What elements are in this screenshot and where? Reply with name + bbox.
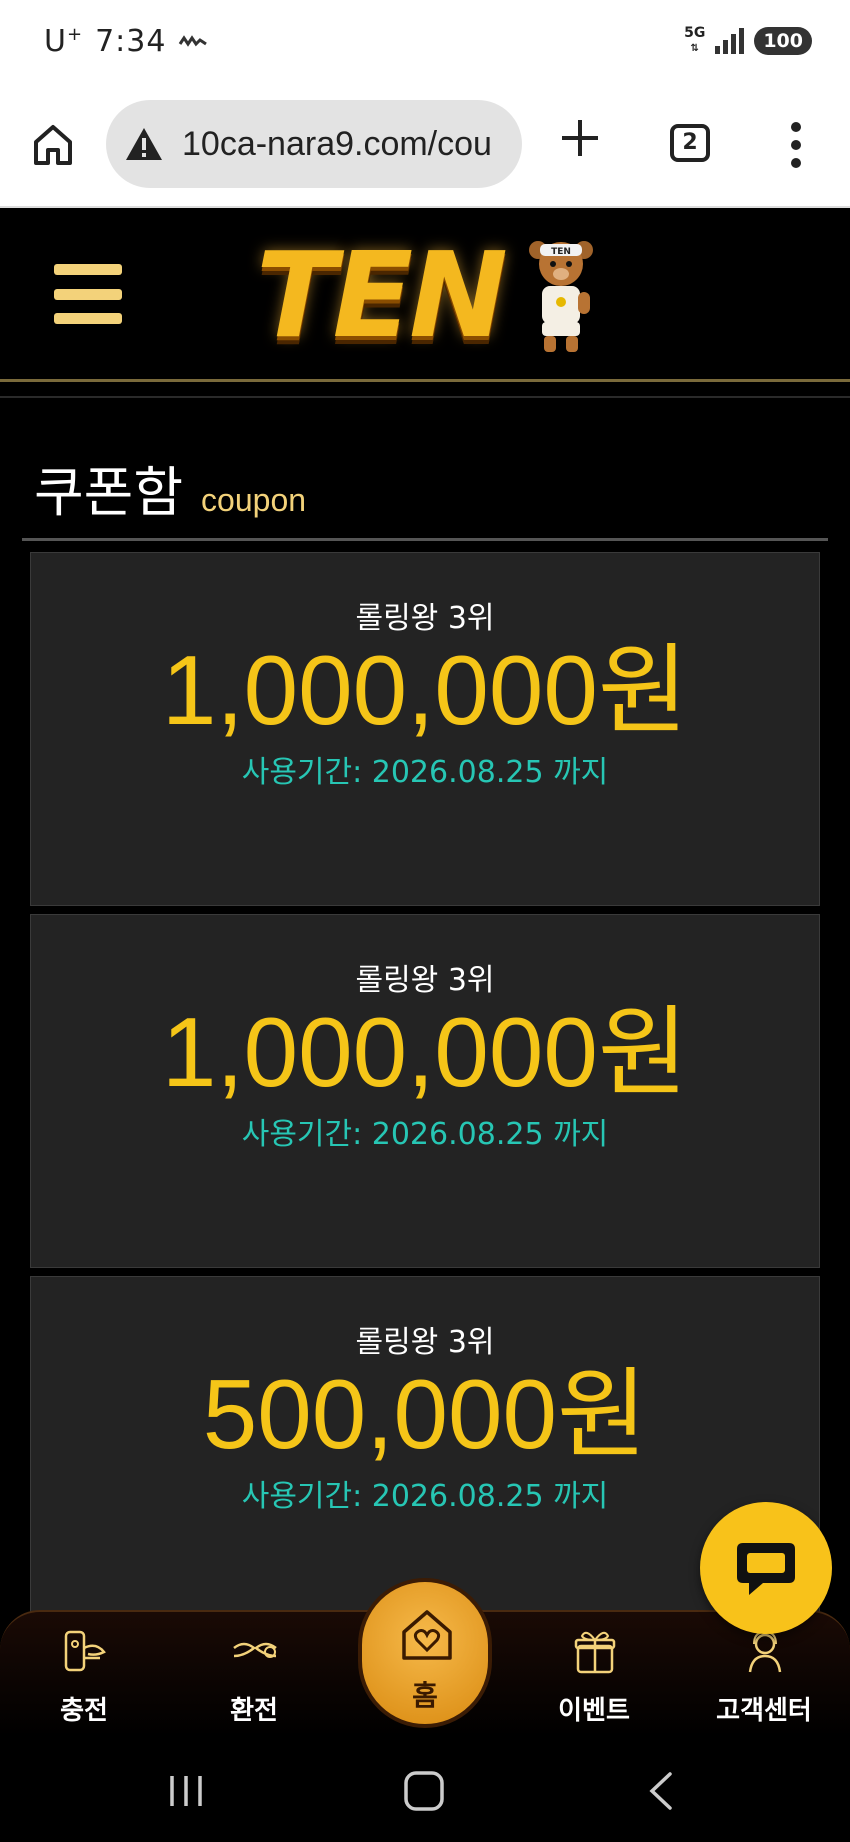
chat-bubble-icon xyxy=(737,1543,795,1595)
url-text: 10ca-nara9.com/cou xyxy=(182,124,492,163)
gift-icon xyxy=(574,1631,616,1674)
coupon-expiry: 사용기간: 2026.08.25 까지 xyxy=(241,755,609,790)
coupon-amount: 1,000,000원 xyxy=(161,997,689,1107)
bear-mascot-icon: TEN xyxy=(529,241,593,352)
page-title: 쿠폰함 xyxy=(34,461,184,524)
new-tab-icon[interactable] xyxy=(558,116,602,160)
coupon-expiry: 사용기간: 2026.08.25 까지 xyxy=(241,1117,609,1152)
nav-withdraw[interactable]: 환전 xyxy=(184,1612,324,1738)
browser-home-icon[interactable] xyxy=(30,122,76,168)
deposit-icon xyxy=(64,1630,106,1672)
chat-button[interactable] xyxy=(700,1502,832,1634)
status-bar: U+ 7:34 5G ⇅ 100 xyxy=(0,0,850,80)
svg-text:TEN: TEN xyxy=(551,247,571,257)
coupon-amount: 500,000원 xyxy=(202,1359,648,1469)
status-time: 7:34 xyxy=(95,24,167,59)
warning-icon[interactable] xyxy=(124,126,164,162)
header-divider xyxy=(0,396,850,398)
logo-text: TEN xyxy=(256,226,508,364)
status-right: 5G ⇅ 100 xyxy=(684,26,812,56)
coupon-name: 롤링왕 3위 xyxy=(355,601,495,636)
page-title-row: 쿠폰함 coupon xyxy=(34,448,306,527)
browser-toolbar: 10ca-nara9.com/cou 2 xyxy=(0,80,850,208)
home-heart-icon xyxy=(402,1610,452,1660)
withdraw-icon xyxy=(233,1642,277,1658)
back-icon[interactable] xyxy=(632,1766,692,1816)
system-home-icon[interactable] xyxy=(394,1766,454,1816)
nav-deposit-label: 충전 xyxy=(60,1696,108,1726)
status-left: U+ 7:34 xyxy=(44,24,208,59)
coupon-name: 롤링왕 3위 xyxy=(355,963,495,998)
more-options-icon[interactable] xyxy=(786,120,806,170)
nav-withdraw-label: 환전 xyxy=(230,1696,278,1726)
coupon-list: 롤링왕 3위 1,000,000원 사용기간: 2026.08.25 까지 롤링… xyxy=(30,552,820,1638)
recent-apps-icon[interactable] xyxy=(156,1766,216,1816)
coupon-card[interactable]: 롤링왕 3위 1,000,000원 사용기간: 2026.08.25 까지 xyxy=(30,914,820,1268)
nav-home[interactable]: 홈 xyxy=(358,1578,492,1728)
coupon-amount: 1,000,000원 xyxy=(161,635,689,745)
page-subtitle: coupon xyxy=(201,482,307,518)
hamburger-menu-icon[interactable] xyxy=(54,264,122,324)
coupon-name: 롤링왕 3위 xyxy=(355,1325,495,1360)
carrier-label: U+ xyxy=(44,24,84,59)
site-logo[interactable]: TEN TEN xyxy=(256,230,596,360)
notification-icon xyxy=(179,34,208,47)
tab-switcher-button[interactable]: 2 xyxy=(670,124,710,162)
nav-event-label: 이벤트 xyxy=(558,1696,630,1726)
site-header: TEN TEN xyxy=(0,208,850,382)
battery-icon: 100 xyxy=(754,27,812,55)
signal-icon xyxy=(715,28,745,54)
coupon-expiry: 사용기간: 2026.08.25 까지 xyxy=(241,1479,609,1514)
address-bar[interactable]: 10ca-nara9.com/cou xyxy=(106,100,522,188)
coupon-card[interactable]: 롤링왕 3위 1,000,000원 사용기간: 2026.08.25 까지 xyxy=(30,552,820,906)
nav-home-label: 홈 xyxy=(412,1679,438,1712)
title-divider xyxy=(22,538,828,541)
system-nav-bar xyxy=(0,1736,850,1842)
nav-support-label: 고객센터 xyxy=(716,1696,812,1726)
network-type-icon: 5G ⇅ xyxy=(684,25,706,54)
nav-deposit[interactable]: 충전 xyxy=(14,1612,154,1738)
nav-event[interactable]: 이벤트 xyxy=(524,1612,664,1738)
